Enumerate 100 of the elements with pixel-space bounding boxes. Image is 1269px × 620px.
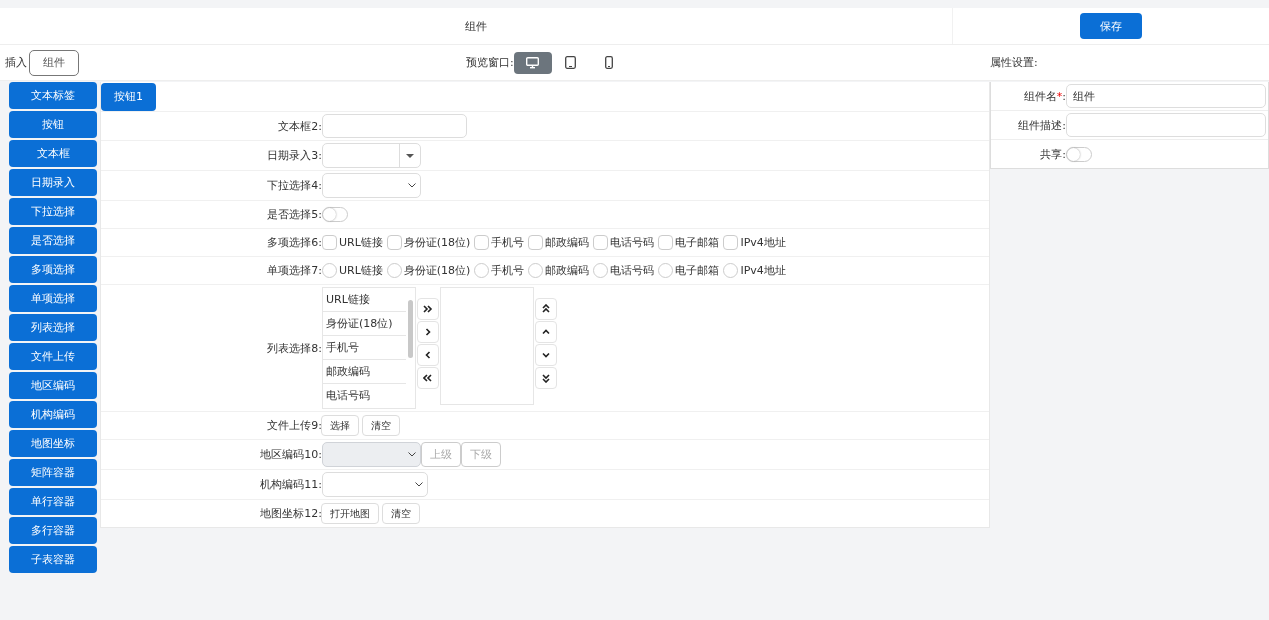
chevron-down-icon xyxy=(415,482,423,487)
checkbox[interactable] xyxy=(322,235,337,250)
insert-label: 插入 xyxy=(5,55,27,70)
field-label: 多项选择6: xyxy=(267,236,322,249)
option-label: 电话号码 xyxy=(610,235,655,250)
toggle-switch[interactable] xyxy=(322,207,348,222)
palette-item[interactable]: 多行容器 xyxy=(9,517,97,544)
checkbox[interactable] xyxy=(474,235,490,250)
chevron-left-icon xyxy=(425,351,431,359)
action-button[interactable]: 清空 xyxy=(382,503,420,524)
form-button[interactable]: 按钮1 xyxy=(101,82,156,111)
select-field[interactable] xyxy=(322,173,421,198)
option-label: 邮政编码 xyxy=(545,235,590,250)
palette-item[interactable]: 文本标签 xyxy=(9,82,97,109)
palette-item[interactable]: 机构编码 xyxy=(9,401,97,428)
palette-item[interactable]: 按钮 xyxy=(9,111,97,138)
save-button[interactable]: 保存 xyxy=(1080,13,1142,39)
option-label: 手机号 xyxy=(491,263,525,278)
palette-item[interactable]: 列表选择 xyxy=(9,314,97,341)
caret-icon xyxy=(406,153,414,158)
field-label: 日期录入3: xyxy=(267,149,322,162)
double-chevron-left-icon xyxy=(423,374,433,382)
field-label: 列表选择8: xyxy=(267,341,322,355)
text-input[interactable] xyxy=(1066,113,1266,137)
palette-item[interactable]: 单行容器 xyxy=(9,488,97,515)
field-label: 文件上传9: xyxy=(267,419,322,432)
chevron-right-icon xyxy=(425,328,431,336)
move-all-right-button[interactable] xyxy=(417,298,439,320)
double-chevron-up-icon xyxy=(542,304,550,314)
checkbox[interactable] xyxy=(528,235,544,250)
double-chevron-right-icon xyxy=(423,305,433,313)
move-left-button[interactable] xyxy=(417,344,439,366)
checkbox[interactable] xyxy=(723,235,739,250)
palette-item[interactable]: 单项选择 xyxy=(9,285,97,312)
option-label: 电子邮箱 xyxy=(675,263,720,278)
property-label: 共享: xyxy=(1040,147,1066,161)
chevron-down-icon xyxy=(542,352,550,358)
list-item[interactable]: 手机号 xyxy=(323,336,406,360)
page-title: 组件 xyxy=(465,18,487,34)
move-top-button[interactable] xyxy=(535,298,557,320)
phone-icon xyxy=(604,56,613,69)
palette-item[interactable]: 是否选择 xyxy=(9,227,97,254)
field-label: 地区编码10: xyxy=(260,448,322,461)
option-label: 身份证(18位) xyxy=(403,235,471,250)
option-label: 身份证(18位) xyxy=(403,263,471,278)
list-item[interactable]: 邮政编码 xyxy=(323,360,406,384)
insert-button[interactable]: 组件 xyxy=(29,49,79,76)
action-button[interactable]: 清空 xyxy=(362,415,400,436)
option-label: URL链接 xyxy=(339,235,383,250)
toggle-switch[interactable] xyxy=(1066,146,1092,162)
desktop-icon xyxy=(526,56,540,69)
option-label: 邮政编码 xyxy=(545,263,590,278)
checkbox[interactable] xyxy=(593,235,609,250)
action-button[interactable]: 选择 xyxy=(321,415,359,436)
palette-item[interactable]: 日期录入 xyxy=(9,169,97,196)
double-chevron-down-icon xyxy=(542,373,550,383)
palette-item[interactable]: 文件上传 xyxy=(9,343,97,370)
field-label: 下拉选择4: xyxy=(267,179,322,192)
chevron-down-icon xyxy=(408,183,416,188)
palette-item[interactable]: 下拉选择 xyxy=(9,198,97,225)
field-label: 地图坐标12: xyxy=(260,507,322,520)
move-all-left-button[interactable] xyxy=(417,367,439,389)
property-label: 组件描述: xyxy=(1018,118,1066,132)
option-label: 电子邮箱 xyxy=(675,235,720,250)
action-button[interactable]: 打开地图 xyxy=(321,503,379,524)
desktop-preview-button[interactable] xyxy=(513,51,552,74)
chevron-down-icon xyxy=(408,452,416,457)
list-item[interactable]: URL链接 xyxy=(323,288,406,312)
field-label: 文本框2: xyxy=(278,119,322,133)
list-item[interactable]: 身份证(18位) xyxy=(323,312,406,336)
list-item[interactable]: 电话号码 xyxy=(323,384,406,407)
properties-label: 属性设置: xyxy=(990,56,1038,69)
palette-item[interactable]: 子表容器 xyxy=(9,546,97,573)
move-up-button[interactable] xyxy=(535,321,557,343)
move-bottom-button[interactable] xyxy=(535,367,557,389)
option-label: URL链接 xyxy=(339,263,383,278)
move-right-button[interactable] xyxy=(417,321,439,343)
tablet-icon xyxy=(565,56,577,69)
palette-item[interactable]: 文本框 xyxy=(9,140,97,167)
date-input[interactable] xyxy=(322,143,421,168)
field-label: 单项选择7: xyxy=(267,264,322,277)
checkbox[interactable] xyxy=(658,235,674,250)
text-input[interactable]: 组件 xyxy=(1066,84,1266,108)
move-down-button[interactable] xyxy=(535,344,557,366)
option-label: IPv4地址 xyxy=(740,263,786,278)
preview-label: 预览窗口: xyxy=(466,55,514,70)
option-label: 手机号 xyxy=(491,235,525,250)
text-input[interactable] xyxy=(322,114,467,138)
chevron-up-icon xyxy=(542,329,550,335)
palette-item[interactable]: 地图坐标 xyxy=(9,430,97,457)
field-label: 是否选择5: xyxy=(267,208,322,221)
option-label: IPv4地址 xyxy=(740,235,786,250)
palette-item[interactable]: 矩阵容器 xyxy=(9,459,97,486)
option-label: 电话号码 xyxy=(610,263,655,278)
select-field[interactable] xyxy=(322,472,428,497)
palette-item[interactable]: 地区编码 xyxy=(9,372,97,399)
palette-item[interactable]: 多项选择 xyxy=(9,256,97,283)
property-label: 组件名*: xyxy=(1023,89,1066,103)
checkbox[interactable] xyxy=(386,235,402,250)
field-label: 机构编码11: xyxy=(260,478,322,491)
